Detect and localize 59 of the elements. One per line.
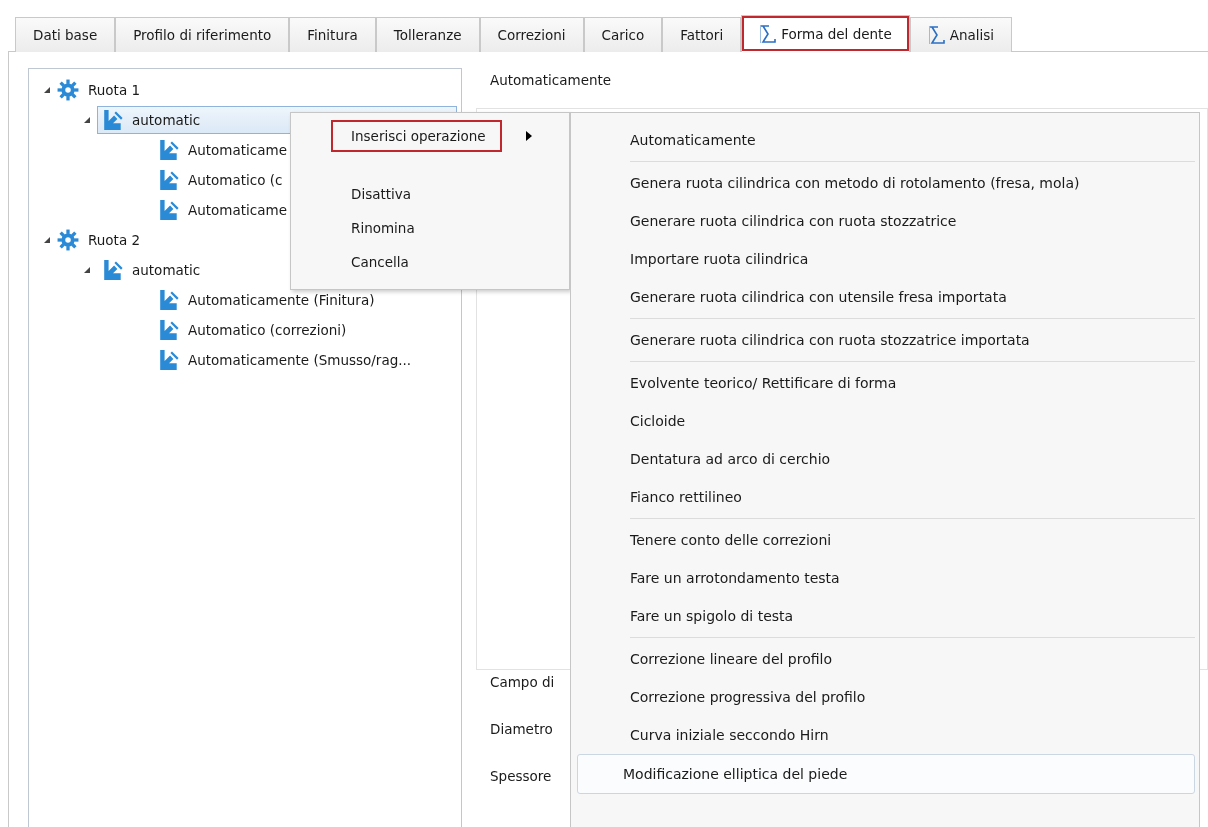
expander-icon[interactable]: [43, 86, 51, 94]
field-label: Spessore: [490, 768, 552, 786]
tool-icon: [158, 289, 180, 311]
tool-icon: [158, 139, 180, 161]
menu-item[interactable]: Rinomina: [331, 211, 431, 245]
tree-item[interactable]: Automatico (c: [153, 166, 288, 194]
section-heading: Automaticamente: [490, 72, 613, 88]
sigma-icon: [759, 24, 778, 44]
expander-icon[interactable]: [83, 116, 91, 124]
field-label: Campo di: [490, 674, 555, 692]
menu-item[interactable]: Correzione progressiva del profilo: [577, 678, 1195, 716]
menu-item[interactable]: Dentatura ad arco di cerchio: [577, 440, 1195, 478]
expander-icon[interactable]: [43, 236, 51, 244]
menu-item[interactable]: Importare ruota cilindrica: [577, 240, 1195, 278]
tab[interactable]: Dati base: [15, 17, 116, 52]
menu-item[interactable]: Genera ruota cilindrica con metodo di rotolamento (fresa, mola): [577, 164, 1195, 202]
menu-item[interactable]: Fare un arrotondamento testa: [577, 559, 1195, 597]
menu-item[interactable]: Cicloide: [577, 402, 1195, 440]
menu-item[interactable]: Tenere conto delle correzioni: [577, 521, 1195, 559]
tab[interactable]: Forma del dente: [741, 15, 910, 52]
menu-item[interactable]: Generare ruota cilindrica con utensile fresa importata: [577, 278, 1195, 316]
gear-icon: [57, 79, 79, 101]
tree-item[interactable]: automatic: [97, 256, 206, 284]
field-label: Diametro: [490, 721, 553, 739]
menu-item[interactable]: Modificazione elliptica del piede: [577, 754, 1195, 794]
gear-icon: [57, 229, 79, 251]
tool-icon: [158, 319, 180, 341]
tab[interactable]: Fattori: [662, 17, 742, 52]
expander-icon[interactable]: [83, 266, 91, 274]
tree-item[interactable]: Automaticamente (Smusso/rag...: [153, 346, 417, 374]
menu-item[interactable]: Correzione lineare del profilo: [577, 640, 1195, 678]
tab[interactable]: Finitura: [289, 17, 376, 52]
tool-icon: [158, 349, 180, 371]
menu-item[interactable]: Automaticamente: [577, 121, 1195, 159]
tree-item[interactable]: Ruota 2: [85, 230, 144, 250]
tool-icon: [158, 169, 180, 191]
menu-item[interactable]: Generare ruota cilindrica con ruota stozzatrice importata: [577, 321, 1195, 359]
tree-item[interactable]: Automaticame: [153, 136, 292, 164]
menu-item[interactable]: Generare ruota cilindrica con ruota stozzatrice: [577, 202, 1195, 240]
sigma-icon: [927, 25, 946, 45]
menu-item[interactable]: Fare un spigolo di testa: [577, 597, 1195, 635]
menu-item[interactable]: Inserisci operazione: [331, 120, 502, 152]
tree-item[interactable]: Automaticamente (Finitura): [153, 286, 380, 314]
menu-item[interactable]: Disattiva: [331, 177, 428, 211]
menu-item[interactable]: Curva iniziale seccondo Hirn: [577, 716, 1195, 754]
tab[interactable]: Carico: [583, 17, 663, 52]
tree-item[interactable]: Ruota 1: [85, 80, 144, 100]
tab[interactable]: Correzioni: [479, 17, 584, 52]
tool-icon: [158, 199, 180, 221]
tab[interactable]: Tolleranze: [375, 17, 480, 52]
menu-item[interactable]: Evolvente teorico/ Rettificare di forma: [577, 364, 1195, 402]
tool-icon: [102, 109, 124, 131]
tree-item[interactable]: Automaticame: [153, 196, 292, 224]
tab[interactable]: Analisi: [909, 17, 1013, 52]
tree-item[interactable]: Automatico (correzioni): [153, 316, 352, 344]
menu-item[interactable]: Fianco rettilineo: [577, 478, 1195, 516]
tool-icon: [102, 259, 124, 281]
tab[interactable]: Profilo di riferimento: [115, 17, 290, 52]
menu-item[interactable]: Cancella: [331, 245, 425, 279]
